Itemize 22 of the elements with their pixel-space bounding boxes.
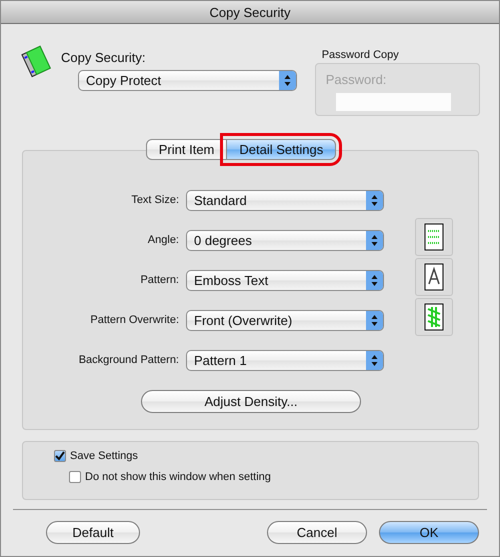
setting-label: Pattern: — [140, 274, 180, 286]
group-title: Password Copy — [320, 49, 400, 61]
copy-security-label: Copy Security: — [61, 50, 147, 65]
setting-select[interactable]: Front (Overwrite) — [186, 310, 384, 330]
setting-label: Text Size: — [131, 194, 180, 206]
setting-select[interactable]: Pattern 1 — [186, 350, 384, 370]
dialog-button[interactable]: Default — [46, 521, 140, 544]
checkbox-label: Do not show this window when setting — [85, 471, 271, 483]
checkbox-label: Save Settings — [70, 450, 138, 462]
setting-select[interactable]: Emboss Text — [186, 270, 384, 290]
dialog-button[interactable]: Cancel — [267, 521, 367, 544]
window-title: Copy Security — [210, 4, 290, 20]
setting-label: Background Pattern: — [78, 354, 180, 366]
setting-select[interactable]: 0 degrees — [186, 230, 384, 250]
password-label: Password: — [326, 72, 388, 87]
dialog-button[interactable]: OK — [379, 521, 479, 544]
tab[interactable]: Print Item — [146, 139, 228, 160]
setting-label: Angle: — [148, 234, 180, 246]
setting-select[interactable]: Standard — [186, 190, 384, 210]
setting-label: Pattern Overwrite: — [90, 314, 180, 326]
adjust-density-button[interactable]: Adjust Density... — [141, 390, 361, 413]
copy-security-select[interactable]: Copy Protect — [78, 70, 297, 91]
